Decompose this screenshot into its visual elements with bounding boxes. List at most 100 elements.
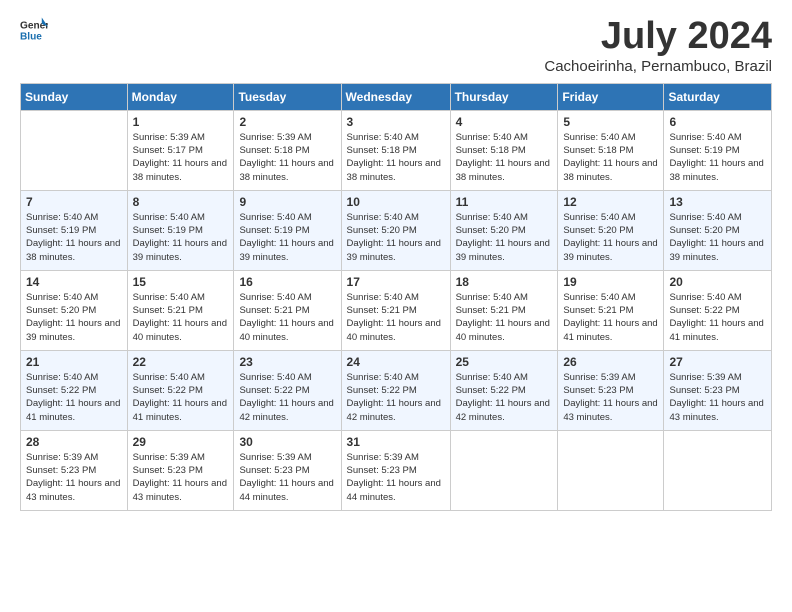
week-row-3: 14 Sunrise: 5:40 AM Sunset: 5:20 PM Dayl… <box>21 270 772 350</box>
daylight-text: Daylight: 11 hours and 38 minutes. <box>26 238 120 262</box>
day-info: Sunrise: 5:39 AM Sunset: 5:23 PM Dayligh… <box>26 451 122 504</box>
sunset-text: Sunset: 5:23 PM <box>133 465 203 476</box>
day-info: Sunrise: 5:40 AM Sunset: 5:19 PM Dayligh… <box>133 211 229 264</box>
day-number: 2 <box>239 115 335 129</box>
daylight-text: Daylight: 11 hours and 39 minutes. <box>26 318 120 342</box>
day-number: 12 <box>563 195 658 209</box>
daylight-text: Daylight: 11 hours and 43 minutes. <box>133 478 227 502</box>
col-wednesday: Wednesday <box>341 83 450 110</box>
sunrise-text: Sunrise: 5:40 AM <box>347 212 419 223</box>
day-number: 15 <box>133 275 229 289</box>
day-number: 3 <box>347 115 445 129</box>
day-info: Sunrise: 5:39 AM Sunset: 5:18 PM Dayligh… <box>239 131 335 184</box>
sunrise-text: Sunrise: 5:40 AM <box>456 292 528 303</box>
day-info: Sunrise: 5:40 AM Sunset: 5:20 PM Dayligh… <box>563 211 658 264</box>
calendar-cell: 25 Sunrise: 5:40 AM Sunset: 5:22 PM Dayl… <box>450 350 558 430</box>
daylight-text: Daylight: 11 hours and 44 minutes. <box>347 478 441 502</box>
day-info: Sunrise: 5:39 AM Sunset: 5:23 PM Dayligh… <box>347 451 445 504</box>
header: General Blue July 2024 Cachoeirinha, Per… <box>20 16 772 75</box>
sunrise-text: Sunrise: 5:40 AM <box>133 292 205 303</box>
week-row-4: 21 Sunrise: 5:40 AM Sunset: 5:22 PM Dayl… <box>21 350 772 430</box>
sunrise-text: Sunrise: 5:40 AM <box>239 372 311 383</box>
calendar-cell: 3 Sunrise: 5:40 AM Sunset: 5:18 PM Dayli… <box>341 110 450 190</box>
header-row: Sunday Monday Tuesday Wednesday Thursday… <box>21 83 772 110</box>
sunset-text: Sunset: 5:21 PM <box>347 305 417 316</box>
calendar-cell: 12 Sunrise: 5:40 AM Sunset: 5:20 PM Dayl… <box>558 190 664 270</box>
sunrise-text: Sunrise: 5:40 AM <box>669 132 741 143</box>
col-friday: Friday <box>558 83 664 110</box>
week-row-1: 1 Sunrise: 5:39 AM Sunset: 5:17 PM Dayli… <box>21 110 772 190</box>
calendar-cell <box>664 430 772 510</box>
daylight-text: Daylight: 11 hours and 42 minutes. <box>456 398 550 422</box>
sunrise-text: Sunrise: 5:40 AM <box>239 292 311 303</box>
sunrise-text: Sunrise: 5:39 AM <box>133 452 205 463</box>
day-info: Sunrise: 5:40 AM Sunset: 5:18 PM Dayligh… <box>347 131 445 184</box>
calendar-cell: 26 Sunrise: 5:39 AM Sunset: 5:23 PM Dayl… <box>558 350 664 430</box>
day-info: Sunrise: 5:40 AM Sunset: 5:22 PM Dayligh… <box>669 291 766 344</box>
sunset-text: Sunset: 5:20 PM <box>26 305 96 316</box>
calendar-cell <box>558 430 664 510</box>
calendar-cell: 2 Sunrise: 5:39 AM Sunset: 5:18 PM Dayli… <box>234 110 341 190</box>
daylight-text: Daylight: 11 hours and 38 minutes. <box>563 158 657 182</box>
sunrise-text: Sunrise: 5:40 AM <box>456 132 528 143</box>
week-row-2: 7 Sunrise: 5:40 AM Sunset: 5:19 PM Dayli… <box>21 190 772 270</box>
day-info: Sunrise: 5:40 AM Sunset: 5:20 PM Dayligh… <box>26 291 122 344</box>
sunrise-text: Sunrise: 5:40 AM <box>26 212 98 223</box>
daylight-text: Daylight: 11 hours and 40 minutes. <box>456 318 550 342</box>
calendar-cell: 16 Sunrise: 5:40 AM Sunset: 5:21 PM Dayl… <box>234 270 341 350</box>
daylight-text: Daylight: 11 hours and 39 minutes. <box>456 238 550 262</box>
calendar-table: Sunday Monday Tuesday Wednesday Thursday… <box>20 83 772 511</box>
day-number: 28 <box>26 435 122 449</box>
day-number: 23 <box>239 355 335 369</box>
calendar-cell: 19 Sunrise: 5:40 AM Sunset: 5:21 PM Dayl… <box>558 270 664 350</box>
calendar-cell: 22 Sunrise: 5:40 AM Sunset: 5:22 PM Dayl… <box>127 350 234 430</box>
sunset-text: Sunset: 5:22 PM <box>669 305 739 316</box>
col-sunday: Sunday <box>21 83 128 110</box>
day-number: 16 <box>239 275 335 289</box>
day-number: 21 <box>26 355 122 369</box>
sunset-text: Sunset: 5:21 PM <box>133 305 203 316</box>
day-info: Sunrise: 5:39 AM Sunset: 5:23 PM Dayligh… <box>669 371 766 424</box>
sunrise-text: Sunrise: 5:39 AM <box>133 132 205 143</box>
calendar-cell: 31 Sunrise: 5:39 AM Sunset: 5:23 PM Dayl… <box>341 430 450 510</box>
calendar-cell: 1 Sunrise: 5:39 AM Sunset: 5:17 PM Dayli… <box>127 110 234 190</box>
sunrise-text: Sunrise: 5:40 AM <box>669 292 741 303</box>
calendar-cell: 11 Sunrise: 5:40 AM Sunset: 5:20 PM Dayl… <box>450 190 558 270</box>
day-number: 30 <box>239 435 335 449</box>
day-info: Sunrise: 5:40 AM Sunset: 5:21 PM Dayligh… <box>347 291 445 344</box>
calendar-cell: 8 Sunrise: 5:40 AM Sunset: 5:19 PM Dayli… <box>127 190 234 270</box>
daylight-text: Daylight: 11 hours and 38 minutes. <box>239 158 333 182</box>
day-number: 26 <box>563 355 658 369</box>
sunset-text: Sunset: 5:20 PM <box>456 225 526 236</box>
col-thursday: Thursday <box>450 83 558 110</box>
daylight-text: Daylight: 11 hours and 41 minutes. <box>133 398 227 422</box>
calendar-cell: 4 Sunrise: 5:40 AM Sunset: 5:18 PM Dayli… <box>450 110 558 190</box>
calendar-cell: 24 Sunrise: 5:40 AM Sunset: 5:22 PM Dayl… <box>341 350 450 430</box>
day-number: 1 <box>133 115 229 129</box>
day-number: 10 <box>347 195 445 209</box>
daylight-text: Daylight: 11 hours and 39 minutes. <box>669 238 763 262</box>
calendar-cell: 17 Sunrise: 5:40 AM Sunset: 5:21 PM Dayl… <box>341 270 450 350</box>
logo-icon: General Blue <box>20 16 48 44</box>
day-info: Sunrise: 5:39 AM Sunset: 5:23 PM Dayligh… <box>239 451 335 504</box>
day-info: Sunrise: 5:40 AM Sunset: 5:19 PM Dayligh… <box>669 131 766 184</box>
day-info: Sunrise: 5:40 AM Sunset: 5:22 PM Dayligh… <box>26 371 122 424</box>
sunrise-text: Sunrise: 5:39 AM <box>26 452 98 463</box>
day-number: 29 <box>133 435 229 449</box>
sunrise-text: Sunrise: 5:40 AM <box>563 132 635 143</box>
sunset-text: Sunset: 5:19 PM <box>133 225 203 236</box>
day-number: 9 <box>239 195 335 209</box>
calendar-cell <box>21 110 128 190</box>
day-number: 27 <box>669 355 766 369</box>
sunrise-text: Sunrise: 5:39 AM <box>563 372 635 383</box>
sunrise-text: Sunrise: 5:39 AM <box>669 372 741 383</box>
day-info: Sunrise: 5:40 AM Sunset: 5:22 PM Dayligh… <box>133 371 229 424</box>
day-number: 7 <box>26 195 122 209</box>
calendar-cell: 20 Sunrise: 5:40 AM Sunset: 5:22 PM Dayl… <box>664 270 772 350</box>
day-info: Sunrise: 5:40 AM Sunset: 5:21 PM Dayligh… <box>563 291 658 344</box>
sunset-text: Sunset: 5:23 PM <box>669 385 739 396</box>
day-info: Sunrise: 5:40 AM Sunset: 5:20 PM Dayligh… <box>669 211 766 264</box>
calendar-cell: 15 Sunrise: 5:40 AM Sunset: 5:21 PM Dayl… <box>127 270 234 350</box>
daylight-text: Daylight: 11 hours and 40 minutes. <box>347 318 441 342</box>
daylight-text: Daylight: 11 hours and 38 minutes. <box>133 158 227 182</box>
